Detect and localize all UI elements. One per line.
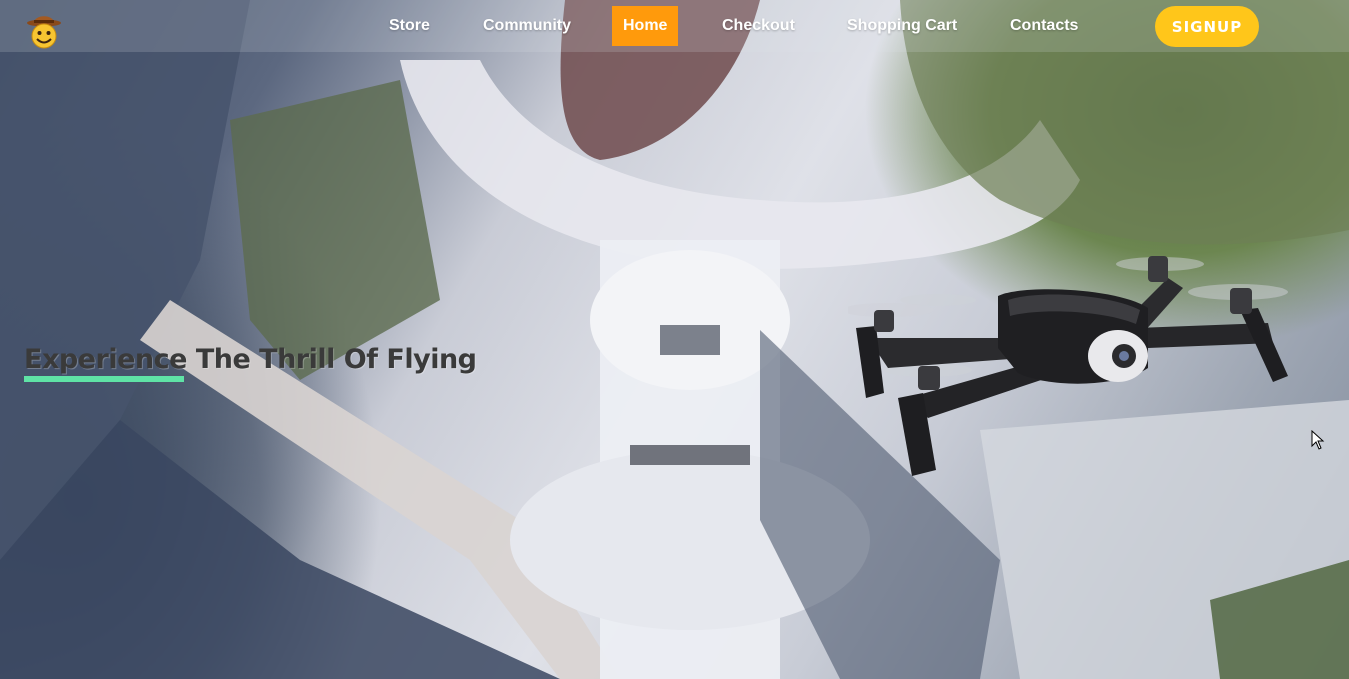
- drone-icon: [848, 256, 1288, 476]
- top-navigation: Store Community Home Checkout Shopping C…: [0, 0, 1349, 52]
- nav-contacts[interactable]: Contacts: [1010, 6, 1078, 46]
- mouse-cursor-icon: [1311, 430, 1325, 450]
- nav-community[interactable]: Community: [483, 6, 571, 46]
- nav-store[interactable]: Store: [389, 6, 430, 46]
- hero-headline: Experience The Thrill Of Flying: [24, 344, 477, 375]
- nav-shopping-cart[interactable]: Shopping Cart: [847, 6, 957, 46]
- nav-checkout[interactable]: Checkout: [722, 6, 795, 46]
- signup-button[interactable]: SIGNUP: [1155, 6, 1259, 47]
- cowboy-smiley-icon[interactable]: [26, 12, 62, 50]
- headline-underline: [24, 376, 184, 382]
- nav-home[interactable]: Home: [612, 6, 679, 46]
